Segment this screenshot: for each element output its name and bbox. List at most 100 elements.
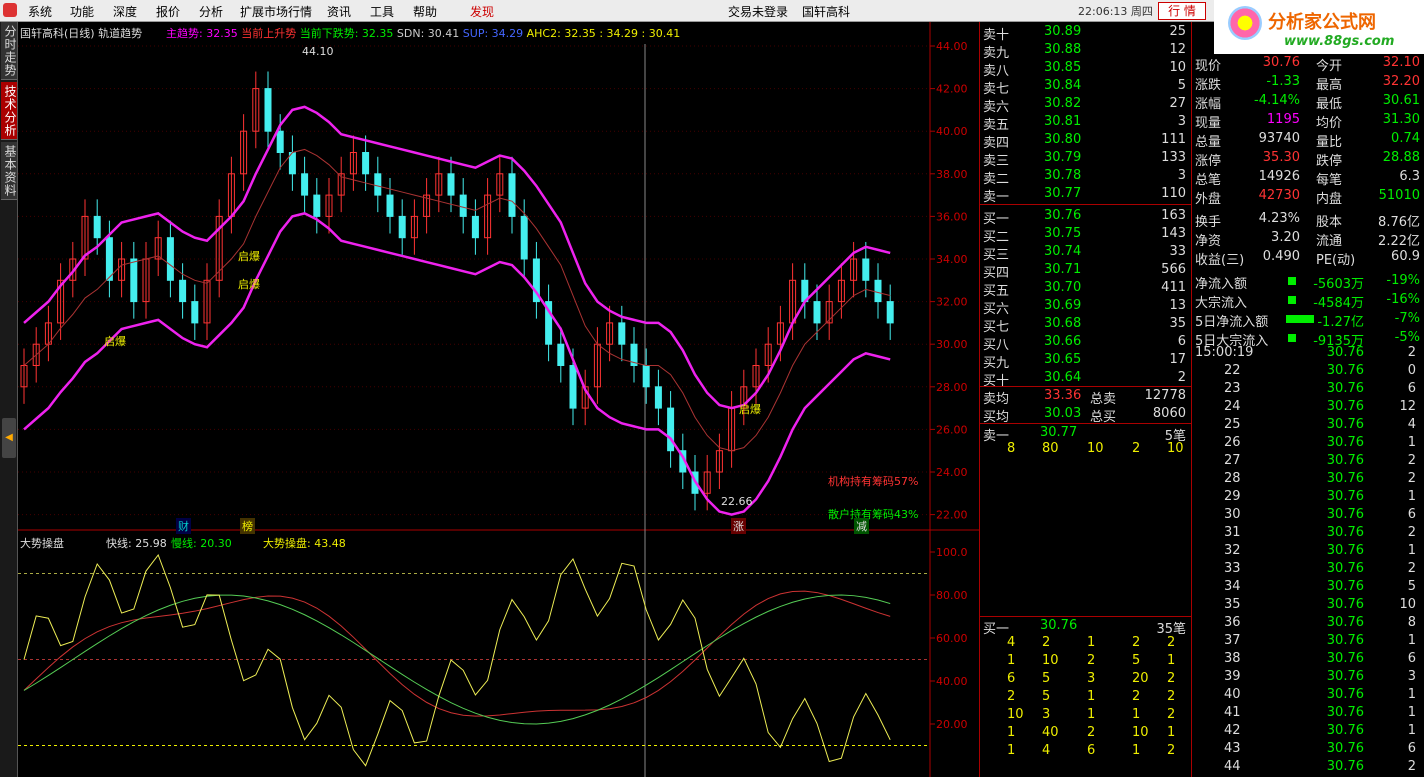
- buy1-queue-orders-cell: 1: [1087, 707, 1096, 722]
- info-row-cell: 跌停: [1316, 154, 1343, 169]
- buy1-queue-orders[interactable]: 1 10 2 5 1: [980, 652, 1192, 670]
- sell-level[interactable]: 卖六 30.82 27: [980, 95, 1192, 115]
- tick-row: 29 30.76 1: [1192, 488, 1424, 507]
- sell-level-cell: 133: [1161, 150, 1186, 165]
- buy-level[interactable]: 买五 30.70 411: [980, 279, 1192, 299]
- login-status: 交易未登录: [728, 5, 789, 19]
- event-zhang[interactable]: 涨: [731, 518, 746, 534]
- price-tick-label: 22.00: [936, 509, 968, 522]
- buy-level[interactable]: 买一 30.76 163: [980, 207, 1192, 227]
- sell1-queue-orders[interactable]: 8 80 10 2 10: [980, 440, 1192, 458]
- buy1-queue-orders-cell: 2: [1167, 743, 1176, 758]
- buy1-queue-orders[interactable]: 1 4 6 1 2: [980, 742, 1192, 760]
- buy1-queue-orders-cell: 10: [1042, 653, 1059, 668]
- info-row-cell: 每笔: [1316, 173, 1343, 188]
- buy-level-cell: 143: [1161, 226, 1186, 241]
- menu-tools[interactable]: 工具: [370, 3, 394, 20]
- buy1-queue-orders-cell: 6: [1087, 743, 1096, 758]
- sell1-queue-header-cell: 30.77: [1040, 425, 1078, 440]
- event-jian[interactable]: 减: [854, 518, 869, 534]
- tick-row-cell: 37: [1224, 633, 1241, 648]
- quote-tab-button[interactable]: 行 情: [1158, 2, 1206, 20]
- flow-row-cell: -4584万: [1313, 296, 1364, 311]
- sell-level[interactable]: 卖十 30.89 25: [980, 23, 1192, 43]
- flow-row-cell: -5603万: [1313, 277, 1364, 292]
- buy1-queue-orders-cell: 2: [1132, 635, 1141, 650]
- info-row-cell: 4.23%: [1258, 211, 1300, 226]
- tick-row-cell: 6: [1407, 381, 1416, 396]
- menu-analysis[interactable]: 分析: [199, 3, 223, 20]
- tab-intraday[interactable]: 分时走势: [1, 22, 17, 80]
- event-cai[interactable]: 财: [176, 518, 191, 534]
- tick-row-cell: 41: [1224, 705, 1241, 720]
- buy-level[interactable]: 买二 30.75 143: [980, 225, 1192, 245]
- buy-average[interactable]: 买均 30.03 总买 8060: [980, 405, 1192, 425]
- tick-row-cell: 35: [1224, 597, 1241, 612]
- sell-level[interactable]: 卖七 30.84 5: [980, 77, 1192, 97]
- sell-level[interactable]: 卖二 30.78 3: [980, 167, 1192, 187]
- buy-level[interactable]: 买七 30.68 35: [980, 315, 1192, 335]
- sell-level-cell: 30.80: [1044, 132, 1082, 147]
- buy-level[interactable]: 买三 30.74 33: [980, 243, 1192, 263]
- info-row-cell: 总笔: [1195, 173, 1222, 188]
- sell-level[interactable]: 卖四 30.80 111: [980, 131, 1192, 151]
- buy-level[interactable]: 买八 30.66 6: [980, 333, 1192, 353]
- sell-level[interactable]: 卖一 30.77 110: [980, 185, 1192, 205]
- buy1-queue-orders[interactable]: 1 40 2 10 1: [980, 724, 1192, 742]
- menu-help[interactable]: 帮助: [413, 3, 437, 20]
- menu-function[interactable]: 功能: [70, 3, 94, 20]
- buy-level-cell: 13: [1169, 298, 1186, 313]
- menu-depth[interactable]: 深度: [113, 3, 137, 20]
- buy-level[interactable]: 买九 30.65 17: [980, 351, 1192, 371]
- tab-technical[interactable]: 技术分析: [1, 82, 17, 140]
- sell-level-cell: 30.77: [1044, 186, 1082, 201]
- buy-level[interactable]: 买十 30.64 2: [980, 369, 1192, 389]
- tick-row-cell: 30.76: [1326, 543, 1364, 558]
- collapse-arrow-icon[interactable]: ◀: [2, 418, 16, 458]
- buy1-queue-orders-cell: 3: [1042, 707, 1051, 722]
- stock-info-panel: 现价 30.76 今开 32.10 涨跌 -1.33 最高 32.20 涨幅 -4.14% 最低 30…: [1192, 54, 1424, 777]
- flower-logo-icon: [1228, 6, 1262, 40]
- buy-level[interactable]: 买四 30.71 566: [980, 261, 1192, 281]
- info-row-cell: 1195: [1266, 112, 1300, 127]
- tick-row-cell: 43: [1224, 741, 1241, 756]
- event-bang[interactable]: 榜: [240, 518, 255, 534]
- menu-news[interactable]: 资讯: [327, 3, 351, 20]
- info-row-cell: 31.30: [1382, 112, 1420, 127]
- info-row: 收益(三) 0.490 PE(动) 60.9: [1192, 248, 1424, 268]
- tab-fundamental[interactable]: 基本资料: [1, 142, 17, 200]
- tick-row: 36 30.76 8: [1192, 614, 1424, 633]
- kline-chart[interactable]: 44.00 42.00 40.00 38.00 36.00 34.00 32.00 30.00…: [18, 22, 980, 777]
- buy1-queue-orders[interactable]: 10 3 1 1 2: [980, 706, 1192, 724]
- chart-area[interactable]: 44.00 42.00 40.00 38.00 36.00 34.00 32.00 30.00…: [18, 22, 980, 777]
- info-row-cell: 35.30: [1262, 150, 1300, 165]
- menu-quote[interactable]: 报价: [156, 3, 180, 20]
- sell-level[interactable]: 卖五 30.81 3: [980, 113, 1192, 133]
- buy1-queue-orders-cell: 1: [1087, 689, 1096, 704]
- tick-row-cell: 30.76: [1326, 759, 1364, 774]
- sell-level-cell: 30.88: [1044, 42, 1082, 57]
- buy1-queue-orders-cell: 4: [1007, 635, 1016, 650]
- buy1-queue-orders-cell: 10: [1007, 707, 1024, 722]
- tick-row-cell: 34: [1224, 579, 1241, 594]
- tick-row-cell: 6: [1407, 741, 1416, 756]
- buy1-queue-orders[interactable]: 4 2 1 2 2: [980, 634, 1192, 652]
- menu-discover[interactable]: 发现: [470, 3, 494, 20]
- buy-level[interactable]: 买六 30.69 13: [980, 297, 1192, 317]
- flow-row: 5日净流入额 -1.27亿 -7%: [1192, 310, 1424, 330]
- buy1-queue-orders[interactable]: 6 5 3 20 2: [980, 670, 1192, 688]
- buy1-queue-orders[interactable]: 2 5 1 2 2: [980, 688, 1192, 706]
- buy1-queue-header[interactable]: 买一 30.76 35笔: [980, 617, 1192, 637]
- sell-level[interactable]: 卖八 30.85 10: [980, 59, 1192, 79]
- sell-level[interactable]: 卖九 30.88 12: [980, 41, 1192, 61]
- menu-ext-market[interactable]: 扩展市场行情: [240, 3, 312, 20]
- tick-row-cell: 30.76: [1326, 525, 1364, 540]
- sell-level[interactable]: 卖三 30.79 133: [980, 149, 1192, 169]
- tick-row-cell: 30: [1224, 507, 1241, 522]
- flow-bar: [1288, 334, 1296, 342]
- sell-average[interactable]: 卖均 33.36 总卖 12778: [980, 387, 1192, 407]
- sell1-queue-orders-cell: 2: [1132, 441, 1141, 456]
- info-row-cell: 量比: [1316, 135, 1343, 150]
- menu-system[interactable]: 系统: [28, 3, 52, 20]
- tick-row-cell: 2: [1407, 453, 1416, 468]
